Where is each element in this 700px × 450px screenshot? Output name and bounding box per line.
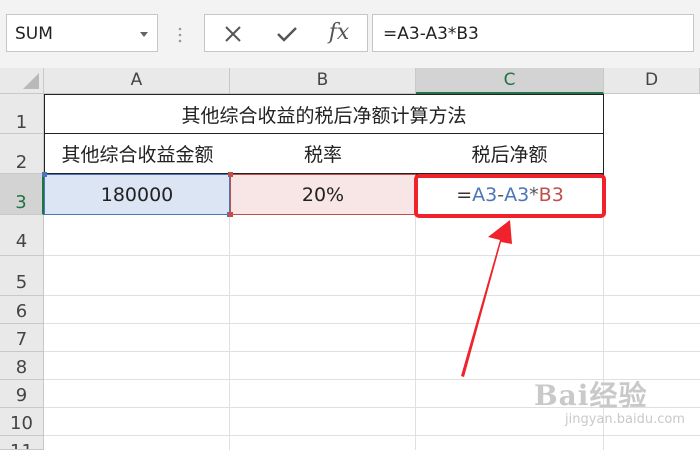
watermark-url: jingyan.baidu.com: [565, 412, 685, 427]
watermark-logo: Bai经验: [534, 379, 648, 412]
arrow-icon: [461, 220, 512, 377]
